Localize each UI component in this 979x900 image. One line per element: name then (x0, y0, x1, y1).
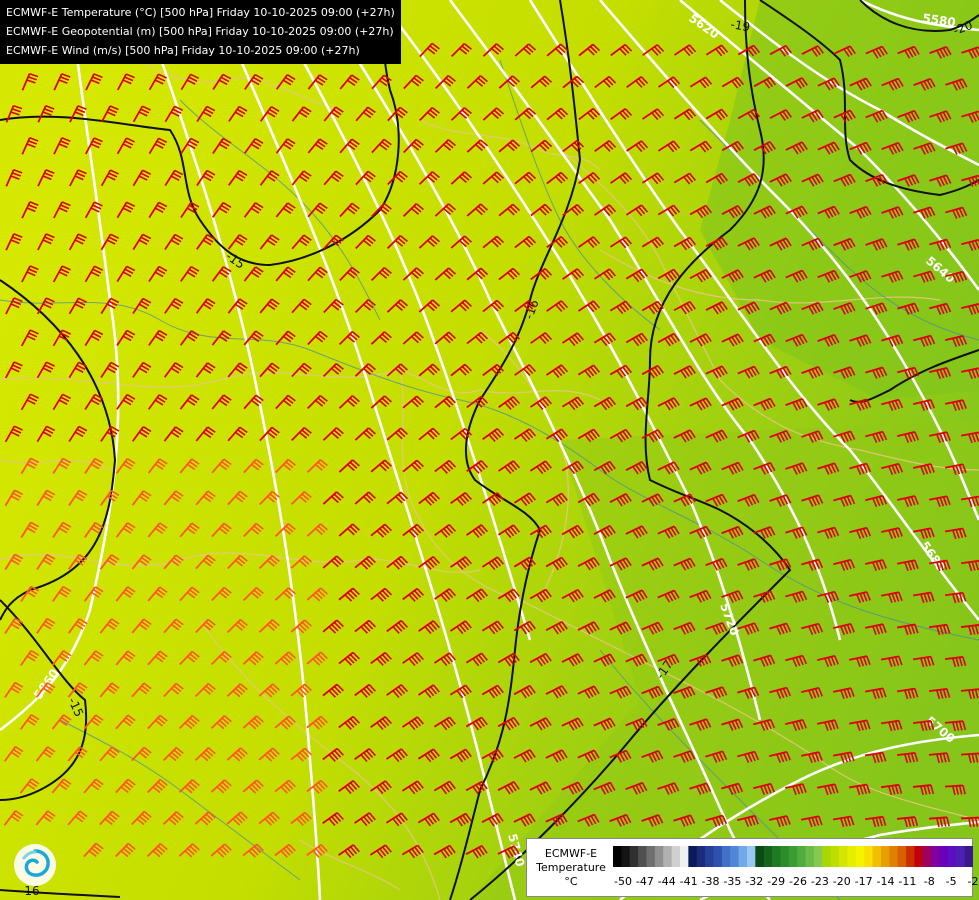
legend-tick-label: -44 (657, 875, 676, 888)
legend-tick-label: -2 (967, 875, 979, 888)
map-title-box: ECMWF-E Temperature (°C) [500 hPa] Frida… (0, 0, 401, 64)
legend-swatch (839, 846, 848, 867)
legend-swatch (813, 846, 823, 867)
legend-swatch (713, 846, 723, 867)
legend-swatch (629, 846, 639, 867)
legend-swatch (931, 846, 940, 867)
legend-swatch (663, 846, 672, 867)
legend-swatch (964, 846, 973, 867)
legend-swatch (638, 846, 647, 867)
legend-swatch (705, 846, 714, 867)
legend-swatch (872, 846, 882, 867)
legend-title-variable: Temperature (536, 861, 606, 874)
legend-swatch (646, 846, 656, 867)
legend-swatch (613, 846, 622, 867)
legend-swatch (772, 846, 781, 867)
temperature-legend: ECMWF-E Temperature °C -50 -47 -44 -41 -38 -3… (526, 838, 978, 897)
legend-swatch (880, 846, 890, 867)
legend-title: ECMWF-E Temperature °C (531, 847, 611, 889)
legend-swatch (788, 846, 798, 867)
legend-tick-label: -41 (679, 875, 698, 888)
legend-swatch (889, 846, 899, 867)
legend-swatch (679, 846, 689, 867)
title-wind: ECMWF-E Wind (m/s) [500 hPa] Friday 10-1… (6, 44, 360, 57)
legend-title-unit: °C (564, 875, 578, 888)
legend-swatch (847, 846, 857, 867)
legend-title-model: ECMWF-E (544, 847, 598, 860)
legend-tick-label: -38 (701, 875, 720, 888)
legend-swatch (797, 846, 806, 867)
legend-swatch (914, 846, 924, 867)
legend-swatch (688, 846, 698, 867)
legend-tick-label: -23 (810, 875, 829, 888)
legend-tick-label: -14 (876, 875, 895, 888)
legend-swatch (922, 846, 932, 867)
legend-swatch (855, 846, 865, 867)
legend-swatch (956, 846, 966, 867)
legend-swatch (671, 846, 681, 867)
weather-map: 5580 5620 5640 5680 5700 5720 5740 5860 … (0, 0, 979, 900)
legend-tick-label: -17 (854, 875, 873, 888)
legend-tick-label: -5 (945, 875, 957, 888)
legend-swatch (696, 846, 706, 867)
legend-tick-label: -29 (767, 875, 786, 888)
legend-tick-label: -11 (898, 875, 917, 888)
legend-swatch (864, 846, 873, 867)
legend-tick-label: -47 (635, 875, 654, 888)
legend-swatch (738, 846, 748, 867)
legend-swatch (947, 846, 957, 867)
ecmwf-logo (12, 842, 58, 888)
legend-tick-label: -32 (745, 875, 764, 888)
ecmwf-swirl-icon (14, 844, 56, 886)
legend-tick-label: -26 (789, 875, 807, 888)
legend-swatch (906, 846, 915, 867)
legend-swatch (780, 846, 790, 867)
legend-tick-label: -50 (614, 875, 632, 888)
legend-swatch (755, 846, 765, 867)
legend-swatch (654, 846, 664, 867)
legend-swatch (805, 846, 815, 867)
legend-tick-label: -35 (723, 875, 742, 888)
legend-swatch (763, 846, 773, 867)
legend-swatch (621, 846, 631, 867)
title-geopotential: ECMWF-E Geopotential (m) [500 hPa] Frida… (6, 25, 394, 38)
legend-swatch (897, 846, 907, 867)
legend-swatch (822, 846, 832, 867)
legend-swatch (730, 846, 739, 867)
legend-swatch (939, 846, 949, 867)
legend-tick-label: -20 (832, 875, 851, 888)
legend-swatch (721, 846, 731, 867)
legend-swatch (830, 846, 840, 867)
legend-ticks: -50 -47 -44 -41 -38 -35 -32 -29 -26 -23 -20 -17 -14-… (613, 875, 978, 889)
title-temperature: ECMWF-E Temperature (°C) [500 hPa] Frida… (6, 6, 395, 19)
legend-swatch (746, 846, 756, 867)
legend-tick-label: -8 (923, 875, 935, 888)
legend-color-bar (613, 846, 973, 867)
